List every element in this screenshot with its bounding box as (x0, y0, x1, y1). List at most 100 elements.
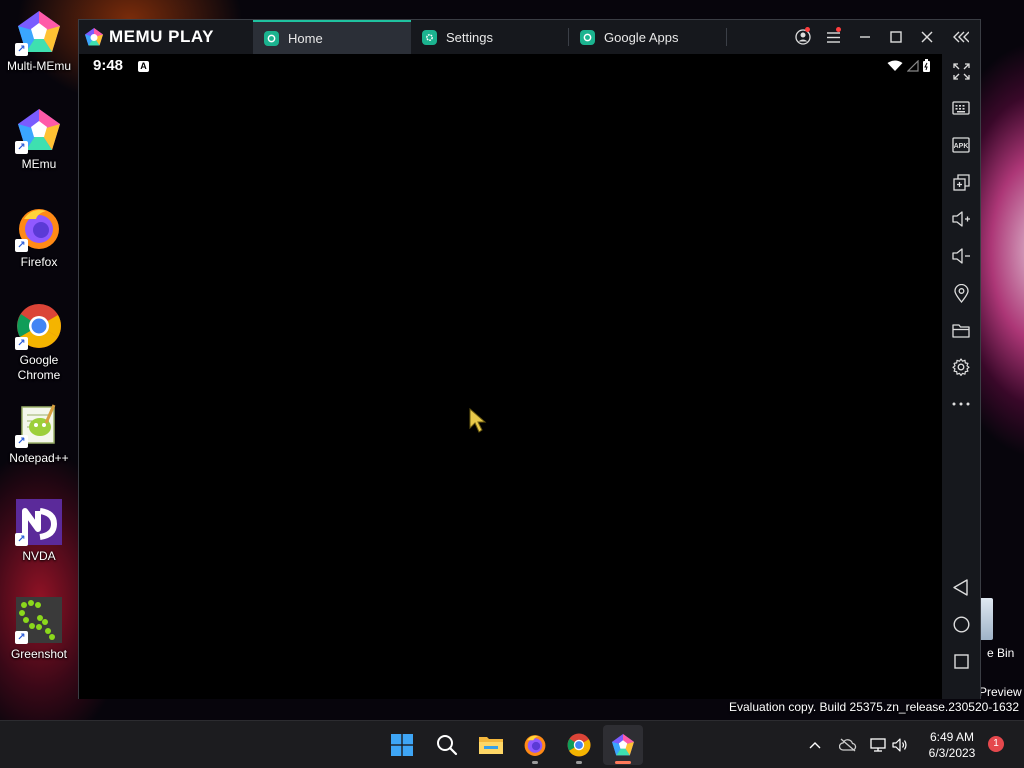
memu-titlebar[interactable]: MEMU PLAY Home Settings Google Apps (79, 20, 980, 54)
shortcut-arrow-icon: ↗ (15, 533, 28, 546)
tab-label: Settings (446, 29, 493, 45)
android-screen[interactable]: 9:48 A (79, 54, 942, 699)
location-button[interactable] (942, 278, 980, 308)
collapse-sidebar-icon (953, 31, 969, 43)
chrome-icon (567, 733, 591, 757)
taskbar-clock[interactable]: 6:49 AM 6/3/2023 (920, 729, 984, 761)
more-tools-button[interactable] (942, 389, 980, 419)
settings-tab-icon (422, 29, 437, 45)
taskbar: 6:49 AM 6/3/2023 (0, 720, 1024, 768)
cell-signal-icon (907, 59, 919, 72)
taskbar-firefox-button[interactable] (515, 725, 555, 765)
desktop-icon-firefox[interactable]: ↗ Firefox (0, 204, 78, 270)
minimize-button[interactable] (849, 20, 880, 54)
desktop-icon-label: Firefox (20, 255, 58, 269)
shortcut-arrow-icon: ↗ (15, 631, 28, 644)
shortcut-arrow-icon: ↗ (15, 141, 28, 154)
taskbar-memu-button[interactable] (603, 725, 643, 765)
greenshot-icon: ↗ (15, 596, 63, 644)
volume-down-icon (951, 248, 970, 264)
android-home-button[interactable] (942, 609, 980, 639)
desktop-icon-greenshot[interactable]: ↗ Greenshot (0, 596, 78, 662)
multi-window-button[interactable] (942, 167, 980, 197)
start-button[interactable] (382, 725, 422, 765)
volume-up-button[interactable] (942, 204, 980, 234)
file-explorer-button[interactable] (471, 725, 511, 765)
svg-text:APK: APK (954, 143, 969, 150)
recents-icon (953, 653, 969, 669)
firefox-icon: ↗ (15, 204, 63, 252)
menu-button[interactable] (818, 20, 849, 54)
desktop-icon-label: MEmu (21, 157, 57, 171)
memu-logo: MEMU PLAY (79, 20, 253, 54)
cloud-offline-icon (839, 738, 857, 752)
desktop-icon-label: NVDA (22, 549, 56, 563)
settings-button[interactable] (942, 352, 980, 382)
android-recents-button[interactable] (942, 646, 980, 676)
memu-logo-icon (85, 28, 103, 46)
apk-install-button[interactable]: APK (942, 130, 980, 160)
volume-down-button[interactable] (942, 241, 980, 271)
memu-logo-text: MEMU PLAY (109, 27, 214, 46)
running-indicator (532, 761, 538, 764)
close-icon (921, 31, 932, 43)
location-icon (953, 283, 969, 303)
search-button[interactable] (427, 725, 467, 765)
running-indicator (615, 761, 631, 764)
shared-folder-button[interactable] (942, 315, 980, 345)
status-bar-icons (887, 59, 930, 72)
battery-icon (923, 59, 930, 72)
desktop-icon-label: Multi-MEmu (6, 59, 71, 73)
memu-side-toolbar: APK (942, 54, 980, 699)
firefox-icon (524, 735, 546, 756)
onedrive-button[interactable] (830, 725, 866, 765)
memu-icon: ↗ (15, 106, 63, 154)
keyboard-mapping-button[interactable] (942, 93, 980, 123)
status-bar-notification-icon: A (138, 61, 149, 72)
running-indicator (576, 761, 582, 764)
nvda-icon: ↗ (15, 498, 63, 546)
shortcut-arrow-icon: ↗ (15, 239, 28, 252)
desktop-icon-nvda[interactable]: ↗ NVDA (0, 498, 78, 564)
home-tab-icon (264, 30, 279, 46)
desktop-icon-label: Greenshot (10, 647, 68, 661)
fullscreen-button[interactable] (942, 56, 980, 86)
notification-count-badge[interactable]: 1 (988, 736, 1004, 752)
close-button[interactable] (911, 20, 942, 54)
collapse-sidebar-button[interactable] (942, 20, 980, 54)
back-icon (953, 578, 968, 596)
tab-home[interactable]: Home (253, 20, 411, 54)
desktop-icon-multi-memu[interactable]: ↗ Multi-MEmu (0, 8, 78, 74)
desktop-icon-notepad-plus-plus[interactable]: ↗ Notepad++ (0, 400, 78, 466)
quick-settings-button[interactable] (862, 725, 916, 765)
maximize-button[interactable] (880, 20, 911, 54)
notification-dot (836, 27, 841, 32)
desktop-icon-label: Google Chrome (17, 353, 61, 382)
android-back-button[interactable] (942, 572, 980, 602)
keyboard-mapping-icon (952, 101, 970, 115)
apk-install-icon: APK (952, 137, 970, 153)
multi-window-icon (952, 173, 970, 191)
show-hidden-icons-button[interactable] (796, 725, 834, 765)
notification-dot (805, 27, 810, 32)
taskbar-chrome-button[interactable] (559, 725, 599, 765)
wifi-icon (887, 60, 903, 71)
settings-icon (952, 358, 970, 376)
memu-window: MEMU PLAY Home Settings Google Apps 9:48… (78, 19, 981, 699)
notepad-plus-plus-icon: ↗ (15, 400, 63, 448)
tab-label: Home (288, 30, 323, 46)
menu-icon (827, 31, 840, 43)
tab-label: Google Apps (604, 29, 679, 45)
tab-settings[interactable]: Settings (411, 20, 569, 54)
multi-memu-icon: ↗ (15, 8, 63, 56)
evaluation-watermark: Evaluation copy. Build 25375.zn_release.… (729, 700, 1019, 714)
search-icon (437, 735, 458, 756)
volume-up-icon (951, 211, 970, 227)
account-button[interactable] (787, 20, 818, 54)
shared-folder-icon (952, 323, 970, 338)
maximize-icon (889, 31, 902, 43)
speaker-icon (892, 738, 907, 752)
desktop-icon-memu[interactable]: ↗ MEmu (0, 106, 78, 172)
tab-google-apps[interactable]: Google Apps (569, 20, 727, 54)
desktop-icon-google-chrome[interactable]: ↗ Google Chrome (0, 302, 78, 383)
